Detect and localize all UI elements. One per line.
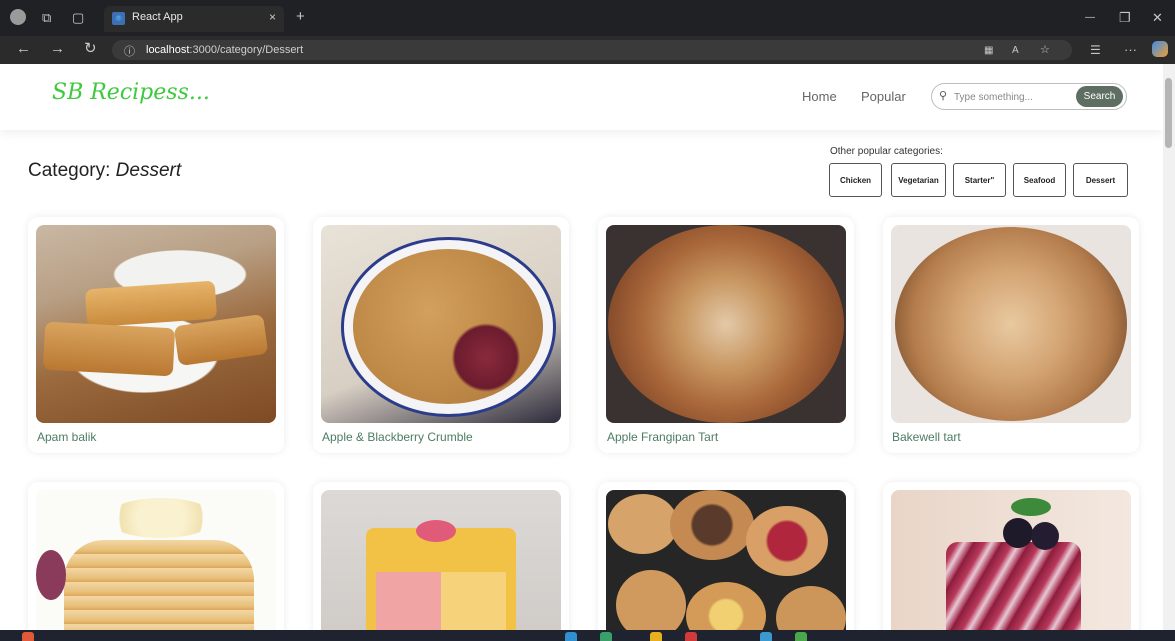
search-button[interactable]: Search	[1076, 86, 1123, 107]
recipe-image-battenberg-cake[interactable]	[321, 490, 561, 630]
category-button-seafood[interactable]: Seafood	[1013, 163, 1066, 197]
os-taskbar	[0, 630, 1175, 641]
read-aloud-icon[interactable]: A	[1012, 43, 1019, 59]
pancake-slice	[84, 280, 218, 328]
blackberry	[1031, 522, 1059, 550]
category-name: Dessert	[115, 160, 182, 181]
pastry	[616, 570, 686, 630]
search-input[interactable]	[952, 88, 1066, 107]
pancake-slice	[42, 321, 176, 377]
pancake-slice	[173, 313, 269, 367]
blackberry	[1003, 518, 1033, 548]
favorites-icon[interactable]: ☰	[1090, 42, 1101, 58]
other-categories-label: Other popular categories:	[830, 146, 943, 157]
category-button-vegetarian[interactable]: Vegetarian	[891, 163, 946, 197]
new-tab-button[interactable]: +	[296, 9, 305, 25]
pancake-stack	[64, 540, 254, 630]
recipe-image-apple-blackberry-crumble[interactable]	[321, 225, 561, 423]
mint-leaf	[1011, 498, 1051, 516]
url-text: localhost:3000/category/Dessert	[146, 44, 303, 56]
scroll-thumb[interactable]	[1165, 78, 1172, 148]
react-icon: ⚛	[112, 12, 125, 25]
cake-rose	[416, 520, 456, 542]
category-button-starter[interactable]: Starter"	[953, 163, 1006, 197]
copilot-icon[interactable]	[1152, 41, 1168, 57]
recipe-card[interactable]: Apple & Blackberry Crumble	[313, 217, 569, 453]
recipe-card[interactable]	[598, 482, 854, 630]
more-menu-icon[interactable]: ···	[1124, 42, 1137, 58]
site-logo[interactable]: SB Recipess...	[52, 80, 210, 105]
workspaces-icon[interactable]: ⧉	[42, 10, 51, 26]
recipe-image-berry-dessert[interactable]	[891, 490, 1131, 630]
reader-icon[interactable]: ▦	[984, 43, 993, 59]
category-prefix: Category:	[28, 160, 116, 181]
taskbar-app-icon[interactable]	[760, 632, 772, 641]
banana-slices	[106, 498, 216, 538]
close-window-icon[interactable]: ✕	[1152, 10, 1163, 26]
tab-actions-icon[interactable]: ▢	[72, 10, 84, 26]
url-path: :3000/category/Dessert	[189, 44, 304, 56]
weather-icon[interactable]	[22, 632, 34, 641]
recipe-image-pancakes[interactable]	[36, 490, 276, 630]
recipe-card[interactable]	[313, 482, 569, 630]
recipe-image-bakewell-tart[interactable]	[891, 225, 1131, 423]
pastry	[776, 586, 846, 630]
pastry	[608, 494, 678, 554]
search-icon: ⚲	[939, 90, 948, 102]
url-field[interactable]: ⓘ localhost:3000/category/Dessert ▦ A ☆	[112, 40, 1072, 60]
recipe-image-apam-balik[interactable]	[36, 225, 276, 423]
recipe-name[interactable]: Apple Frangipan Tart	[607, 430, 718, 444]
taskbar-app-icon[interactable]	[600, 632, 612, 641]
recipe-card[interactable]	[28, 482, 284, 630]
recipe-name[interactable]: Bakewell tart	[892, 430, 961, 444]
close-tab-icon[interactable]: ×	[269, 10, 276, 24]
category-button-chicken[interactable]: Chicken	[829, 163, 882, 197]
recipe-card[interactable]	[883, 482, 1139, 630]
tart	[895, 227, 1127, 421]
pastry	[670, 490, 754, 560]
browser-address-bar: ← → ↻ ⓘ localhost:3000/category/Dessert …	[0, 36, 1175, 64]
page-title: Category: Dessert	[28, 160, 181, 182]
site-info-icon[interactable]: ⓘ	[124, 43, 135, 59]
taskbar-app-icon[interactable]	[795, 632, 807, 641]
back-icon[interactable]: ←	[16, 41, 31, 57]
nav-popular[interactable]: Popular	[861, 89, 906, 104]
recipe-image-pastries[interactable]	[606, 490, 846, 630]
search-box: ⚲ Search	[931, 83, 1127, 110]
page: SB Recipess... Home Popular ⚲ Search Cat…	[0, 64, 1163, 630]
recipe-image-apple-frangipan-tart[interactable]	[606, 225, 846, 423]
tab-title: React App	[132, 11, 183, 23]
taskbar-app-icon[interactable]	[685, 632, 697, 641]
dessert-glass	[946, 542, 1081, 630]
reload-icon[interactable]: ↻	[84, 41, 97, 57]
restore-icon[interactable]: ❐	[1119, 10, 1131, 26]
recipe-card[interactable]: Apple Frangipan Tart	[598, 217, 854, 453]
tart	[608, 225, 844, 423]
category-button-dessert[interactable]: Dessert	[1073, 163, 1128, 197]
cake-checker	[376, 572, 506, 630]
minimize-icon[interactable]: —	[1085, 10, 1095, 26]
recipe-name[interactable]: Apple & Blackberry Crumble	[322, 430, 473, 444]
pastry	[686, 582, 766, 630]
pastry	[746, 506, 828, 576]
recipe-card[interactable]: Bakewell tart	[883, 217, 1139, 453]
forward-icon[interactable]: →	[50, 41, 65, 57]
taskbar-app-icon[interactable]	[650, 632, 662, 641]
favorite-star-icon[interactable]: ☆	[1040, 42, 1050, 58]
profile-icon[interactable]	[10, 9, 26, 25]
url-host: localhost	[146, 44, 190, 56]
page-scrollbar[interactable]	[1163, 64, 1175, 630]
nav-home[interactable]: Home	[802, 89, 837, 104]
taskbar-app-icon[interactable]	[565, 632, 577, 641]
recipe-name[interactable]: Apam balik	[37, 430, 96, 444]
recipe-card[interactable]: Apam balik	[28, 217, 284, 453]
browser-tab-bar: ⧉ ▢ ⚛ React App × + — ❐ ✕	[0, 0, 1175, 36]
crumble-top	[353, 249, 543, 404]
berry	[36, 550, 66, 600]
site-navbar: SB Recipess... Home Popular ⚲ Search	[0, 64, 1163, 130]
tab-react-app[interactable]: ⚛ React App ×	[104, 6, 284, 32]
